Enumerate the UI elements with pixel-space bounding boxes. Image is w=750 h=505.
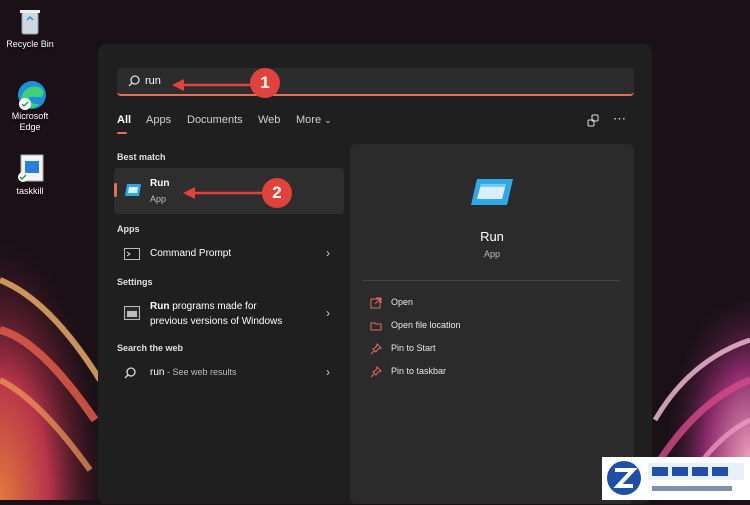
run-app-large-icon (471, 179, 513, 205)
tab-all[interactable]: All (117, 114, 131, 126)
settings-item-line2: previous versions of Windows (150, 316, 283, 327)
folder-icon (370, 322, 382, 331)
document-icon (15, 153, 45, 183)
result-command-prompt[interactable]: Command Prompt › (114, 240, 344, 268)
taskkill-label: taskkill (16, 186, 44, 196)
web-search-suffix: - See web results (164, 367, 237, 377)
edge-label: Microsoft Edge (11, 111, 49, 132)
edge-icon (15, 78, 46, 110)
tab-apps[interactable]: Apps (146, 114, 171, 126)
callout-arrow-2 (183, 187, 263, 199)
section-best-match: Best match (117, 152, 166, 162)
desktop-icon-recycle-bin[interactable]: Recycle Bin (0, 6, 60, 50)
detail-divider (362, 280, 620, 281)
tab-more[interactable]: More ⌄ (296, 114, 332, 126)
pin-icon (370, 366, 382, 378)
section-settings: Settings (117, 277, 153, 287)
command-prompt-icon (124, 248, 140, 260)
callout-arrow-1 (172, 79, 258, 91)
section-search-web: Search the web (117, 343, 184, 353)
compatibility-settings-icon (124, 306, 140, 320)
chevron-right-icon: › (326, 365, 330, 379)
result-web-search[interactable]: run - See web results › (114, 360, 344, 386)
action-pin-to-taskbar-label: Pin to taskbar (391, 366, 447, 376)
callout-badge-2: 2 (262, 178, 292, 208)
chevron-right-icon: › (326, 246, 330, 260)
detail-subtitle: App (483, 249, 500, 259)
best-match-title: Run (150, 178, 170, 189)
watermark-art (607, 461, 744, 495)
settings-item-line1: Run programs made for (150, 301, 257, 312)
command-prompt-label: Command Prompt (150, 248, 232, 259)
detail-title: Run (480, 229, 504, 244)
account-switch-icon[interactable] (587, 114, 599, 127)
result-compat-settings[interactable]: Run programs made for previous versions … (114, 294, 344, 334)
open-icon (370, 297, 382, 309)
callout-badge-1: 1 (250, 68, 280, 98)
desktop-icon-edge[interactable]: Microsoft Edge (0, 78, 60, 133)
action-pin-to-start-label: Pin to Start (391, 343, 436, 353)
detail-pane: Run App Open Open file location Pin to S… (350, 144, 634, 504)
search-icon (128, 75, 140, 87)
action-open-file-location-label: Open file location (391, 320, 461, 330)
settings-item-rest: programs made for (169, 301, 257, 312)
search-icon (124, 367, 136, 379)
recycle-bin-icon (15, 6, 45, 36)
more-options-icon[interactable]: ⋯ (613, 111, 627, 127)
tab-more-label: More (296, 114, 322, 126)
tab-all-underline (117, 132, 127, 134)
section-apps: Apps (117, 224, 140, 234)
settings-item-bold: Run (150, 301, 170, 312)
chevron-right-icon: › (326, 306, 330, 320)
recycle-bin-label: Recycle Bin (6, 39, 54, 49)
run-app-icon (125, 184, 141, 196)
action-open-label: Open (391, 297, 414, 307)
desktop-icon-taskkill[interactable]: taskkill (0, 153, 60, 197)
pin-icon (370, 343, 382, 355)
best-match-subtitle: App (150, 194, 167, 204)
selection-indicator (114, 183, 117, 197)
tab-documents[interactable]: Documents (187, 114, 243, 126)
web-search-term: run (150, 367, 165, 378)
tab-web[interactable]: Web (258, 114, 280, 126)
watermark-logo (602, 457, 750, 500)
chevron-down-icon: ⌄ (324, 115, 332, 125)
web-search-label: run - See web results (150, 367, 236, 378)
